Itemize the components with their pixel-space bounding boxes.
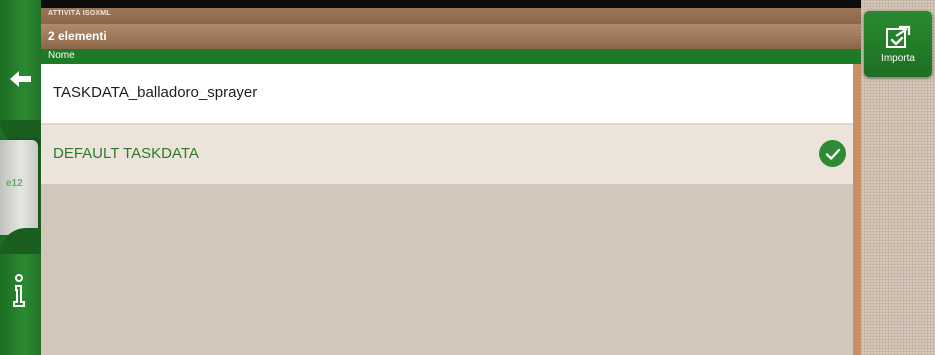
column-header-name: Nome [48, 50, 75, 61]
section-title-bar: ATTIVITÀ ISOXML [41, 8, 862, 24]
section-title: ATTIVITÀ ISOXML [48, 10, 111, 17]
item-count: 2 elementi [48, 29, 107, 43]
count-bar: 2 elementi [41, 24, 862, 49]
check-icon [825, 148, 840, 160]
import-button-label: Importa [881, 52, 915, 64]
column-header: Nome [41, 49, 862, 64]
info-button[interactable] [8, 272, 30, 312]
selected-check-badge [819, 140, 846, 167]
list-item-name: DEFAULT TASKDATA [53, 145, 199, 162]
back-button[interactable] [8, 68, 34, 90]
sidebar-tab-label: e12 [6, 178, 23, 189]
back-arrow-icon [10, 71, 31, 87]
left-sidebar: e12 [0, 0, 41, 355]
task-list: TASKDATA_balladoro_sprayer DEFAULT TASKD… [41, 64, 853, 355]
import-icon [886, 25, 911, 48]
list-item-selected[interactable]: DEFAULT TASKDATA [41, 125, 853, 184]
right-edge-strip [853, 64, 861, 355]
import-button[interactable]: Importa [864, 11, 932, 77]
list-item-name: TASKDATA_balladoro_sprayer [53, 84, 258, 101]
list-item[interactable]: TASKDATA_balladoro_sprayer [41, 64, 853, 123]
info-icon [13, 274, 25, 307]
